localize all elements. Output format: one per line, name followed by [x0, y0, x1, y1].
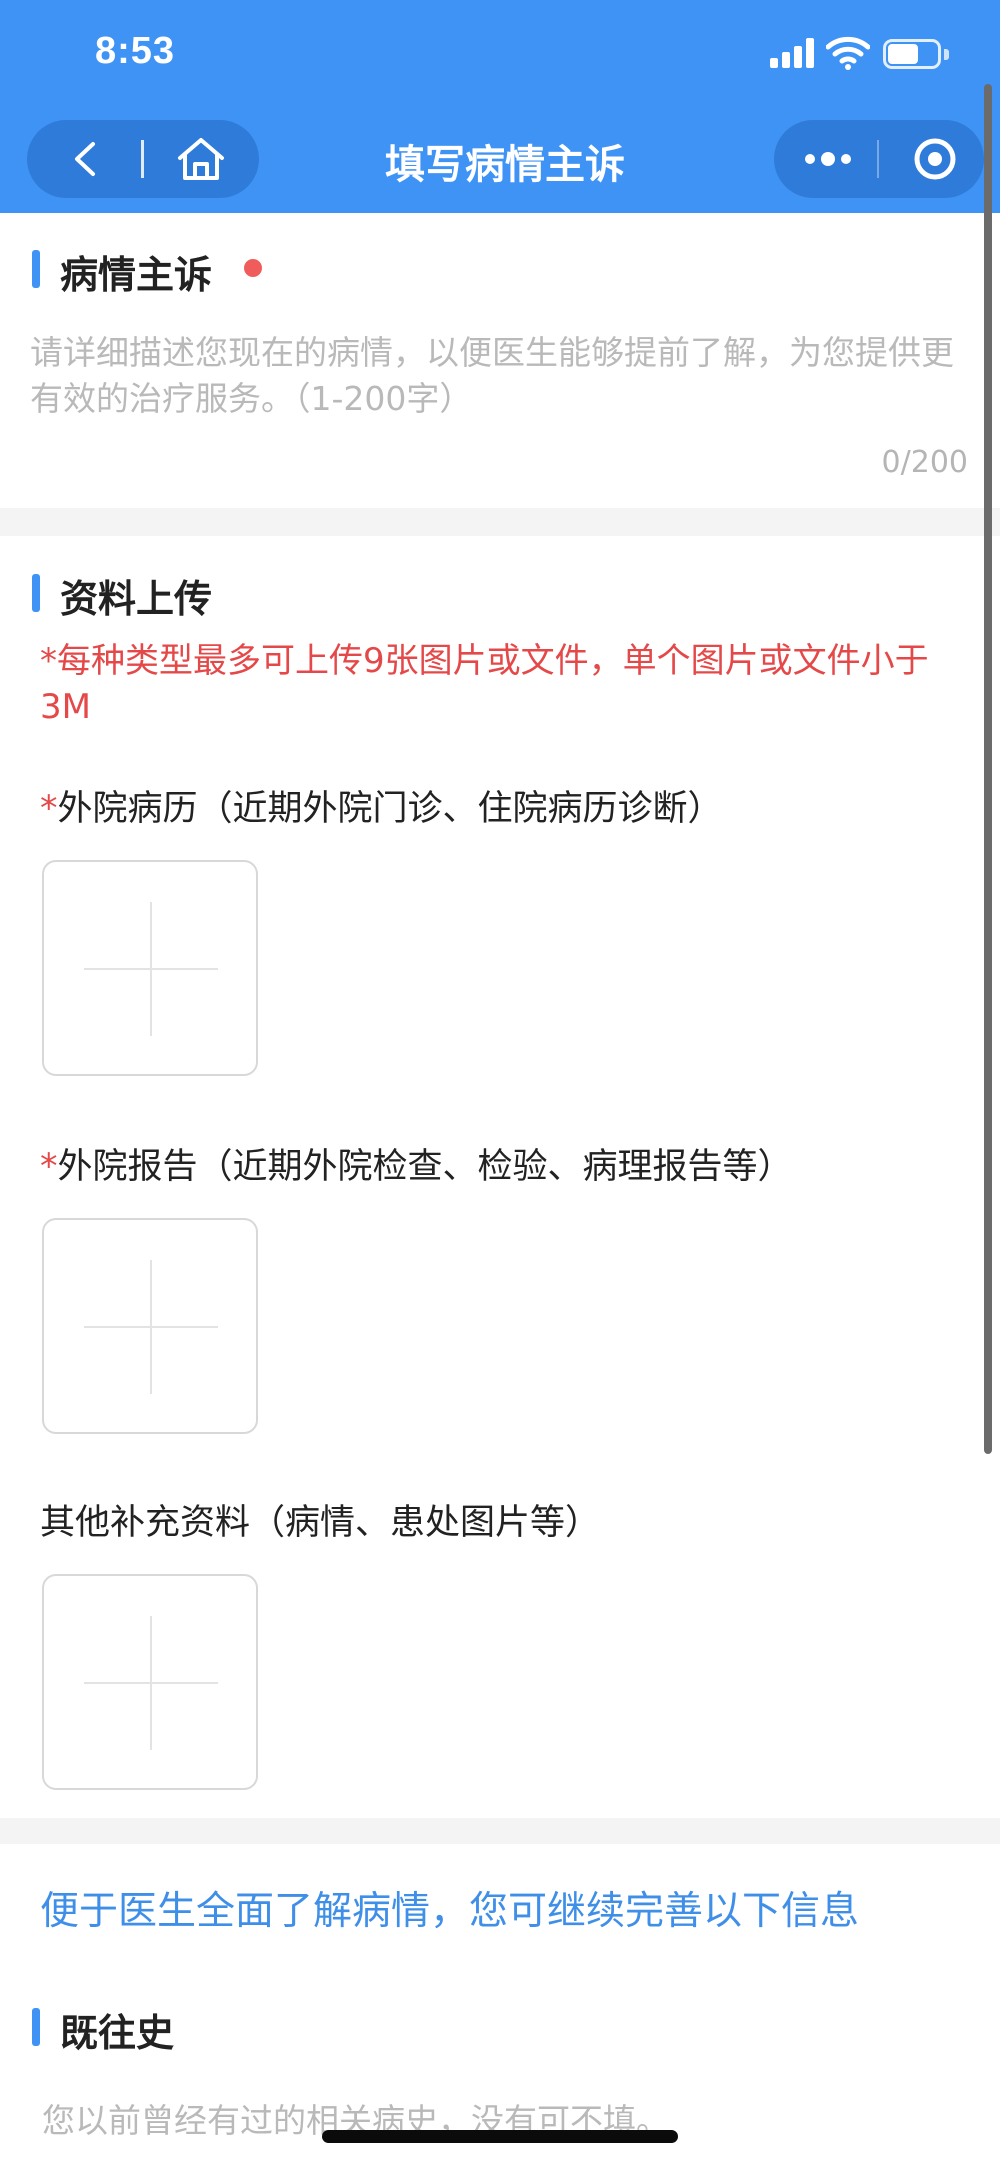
complaint-section-header: 病情主诉: [0, 238, 1000, 298]
home-icon: [178, 138, 224, 180]
upload-section-title: 资料上传: [60, 577, 213, 621]
upload-button-medical-record[interactable]: [42, 860, 258, 1076]
wifi-icon: [826, 36, 870, 70]
home-indicator: [322, 2130, 678, 2143]
upload-limit-notice: *每种类型最多可上传9张图片或文件，单个图片或文件小于3M: [40, 641, 929, 727]
back-button[interactable]: [27, 120, 143, 198]
home-button[interactable]: [143, 120, 259, 198]
battery-icon: [883, 39, 949, 69]
history-section-header: 既往史: [0, 1996, 1000, 2056]
char-counter: 0/200: [881, 445, 968, 480]
nav-capsule-left: [27, 120, 259, 198]
plus-icon: [150, 902, 152, 1036]
back-icon: [75, 142, 95, 176]
complaint-textarea[interactable]: [30, 330, 970, 442]
page-title: 填写病情主诉: [385, 142, 625, 188]
section-divider: [0, 1818, 1000, 1844]
plus-icon: [150, 1616, 152, 1750]
upload-button-other[interactable]: [42, 1574, 258, 1790]
signal-icon: [770, 38, 816, 68]
section-divider: [0, 508, 1000, 536]
history-section-title: 既往史: [60, 2011, 175, 2055]
more-button[interactable]: [774, 120, 878, 198]
section-accent-bar: [32, 2008, 40, 2046]
more-info-link[interactable]: 便于医生全面了解病情，您可继续完善以下信息: [40, 1880, 859, 1936]
upload-group-label: 其他补充资料（病情、患处图片等）: [40, 1494, 600, 1545]
more-icon: [805, 152, 851, 166]
page: 8:53 填写病情主诉 病情主诉 请详细描述您现在的病情，以便医生能够提前了解，…: [0, 0, 1000, 2164]
complaint-section-title: 病情主诉: [60, 253, 213, 297]
section-accent-bar: [32, 250, 40, 288]
upload-button-report[interactable]: [42, 1218, 258, 1434]
close-capsule-icon: [914, 138, 956, 180]
status-time: 8:53: [95, 30, 176, 72]
upload-group-label: *外院报告（近期外院检查、检验、病理报告等）: [40, 1138, 793, 1189]
header: 8:53 填写病情主诉: [0, 0, 1000, 213]
upload-group-label: *外院病历（近期外院门诊、住院病历诊断）: [40, 780, 723, 831]
upload-group-label-text: 外院报告（近期外院检查、检验、病理报告等）: [57, 1147, 793, 1187]
required-dot: [244, 259, 262, 277]
section-accent-bar: [32, 574, 40, 612]
upload-group-label-text: 外院病历（近期外院门诊、住院病历诊断）: [57, 789, 723, 829]
nav-capsule-right: [774, 120, 984, 198]
upload-group-label-text: 其他补充资料（病情、患处图片等）: [40, 1503, 601, 1543]
plus-icon: [150, 1260, 152, 1394]
required-star: *: [40, 1147, 58, 1187]
required-star: *: [40, 789, 58, 829]
scrollbar[interactable]: [984, 84, 992, 1454]
upload-section-header: 资料上传: [0, 562, 1000, 622]
close-capsule-button[interactable]: [879, 120, 984, 198]
